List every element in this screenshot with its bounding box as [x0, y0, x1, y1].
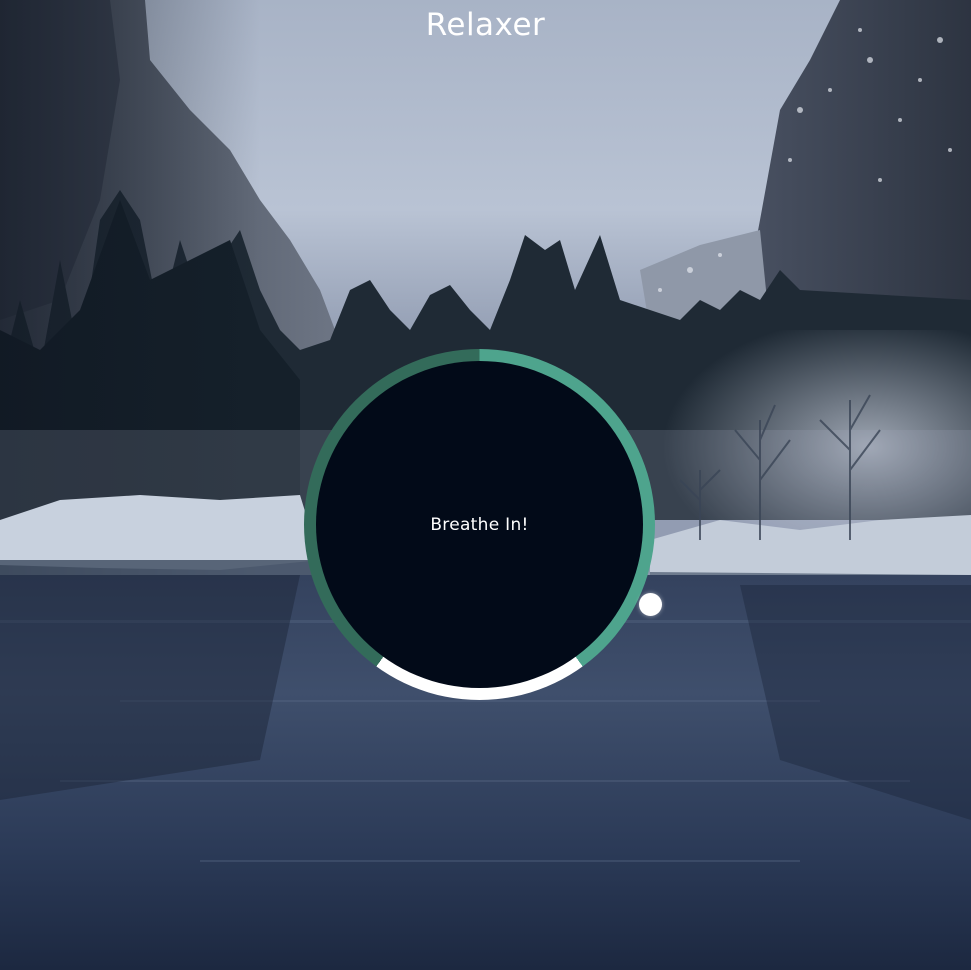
progress-pointer: [638, 593, 662, 616]
app-title: Relaxer: [425, 7, 546, 43]
breathing-instruction: Breathe In!: [430, 514, 529, 535]
inner-circle: Breathe In!: [316, 361, 643, 688]
breathing-circle: Breathe In!: [304, 349, 655, 700]
